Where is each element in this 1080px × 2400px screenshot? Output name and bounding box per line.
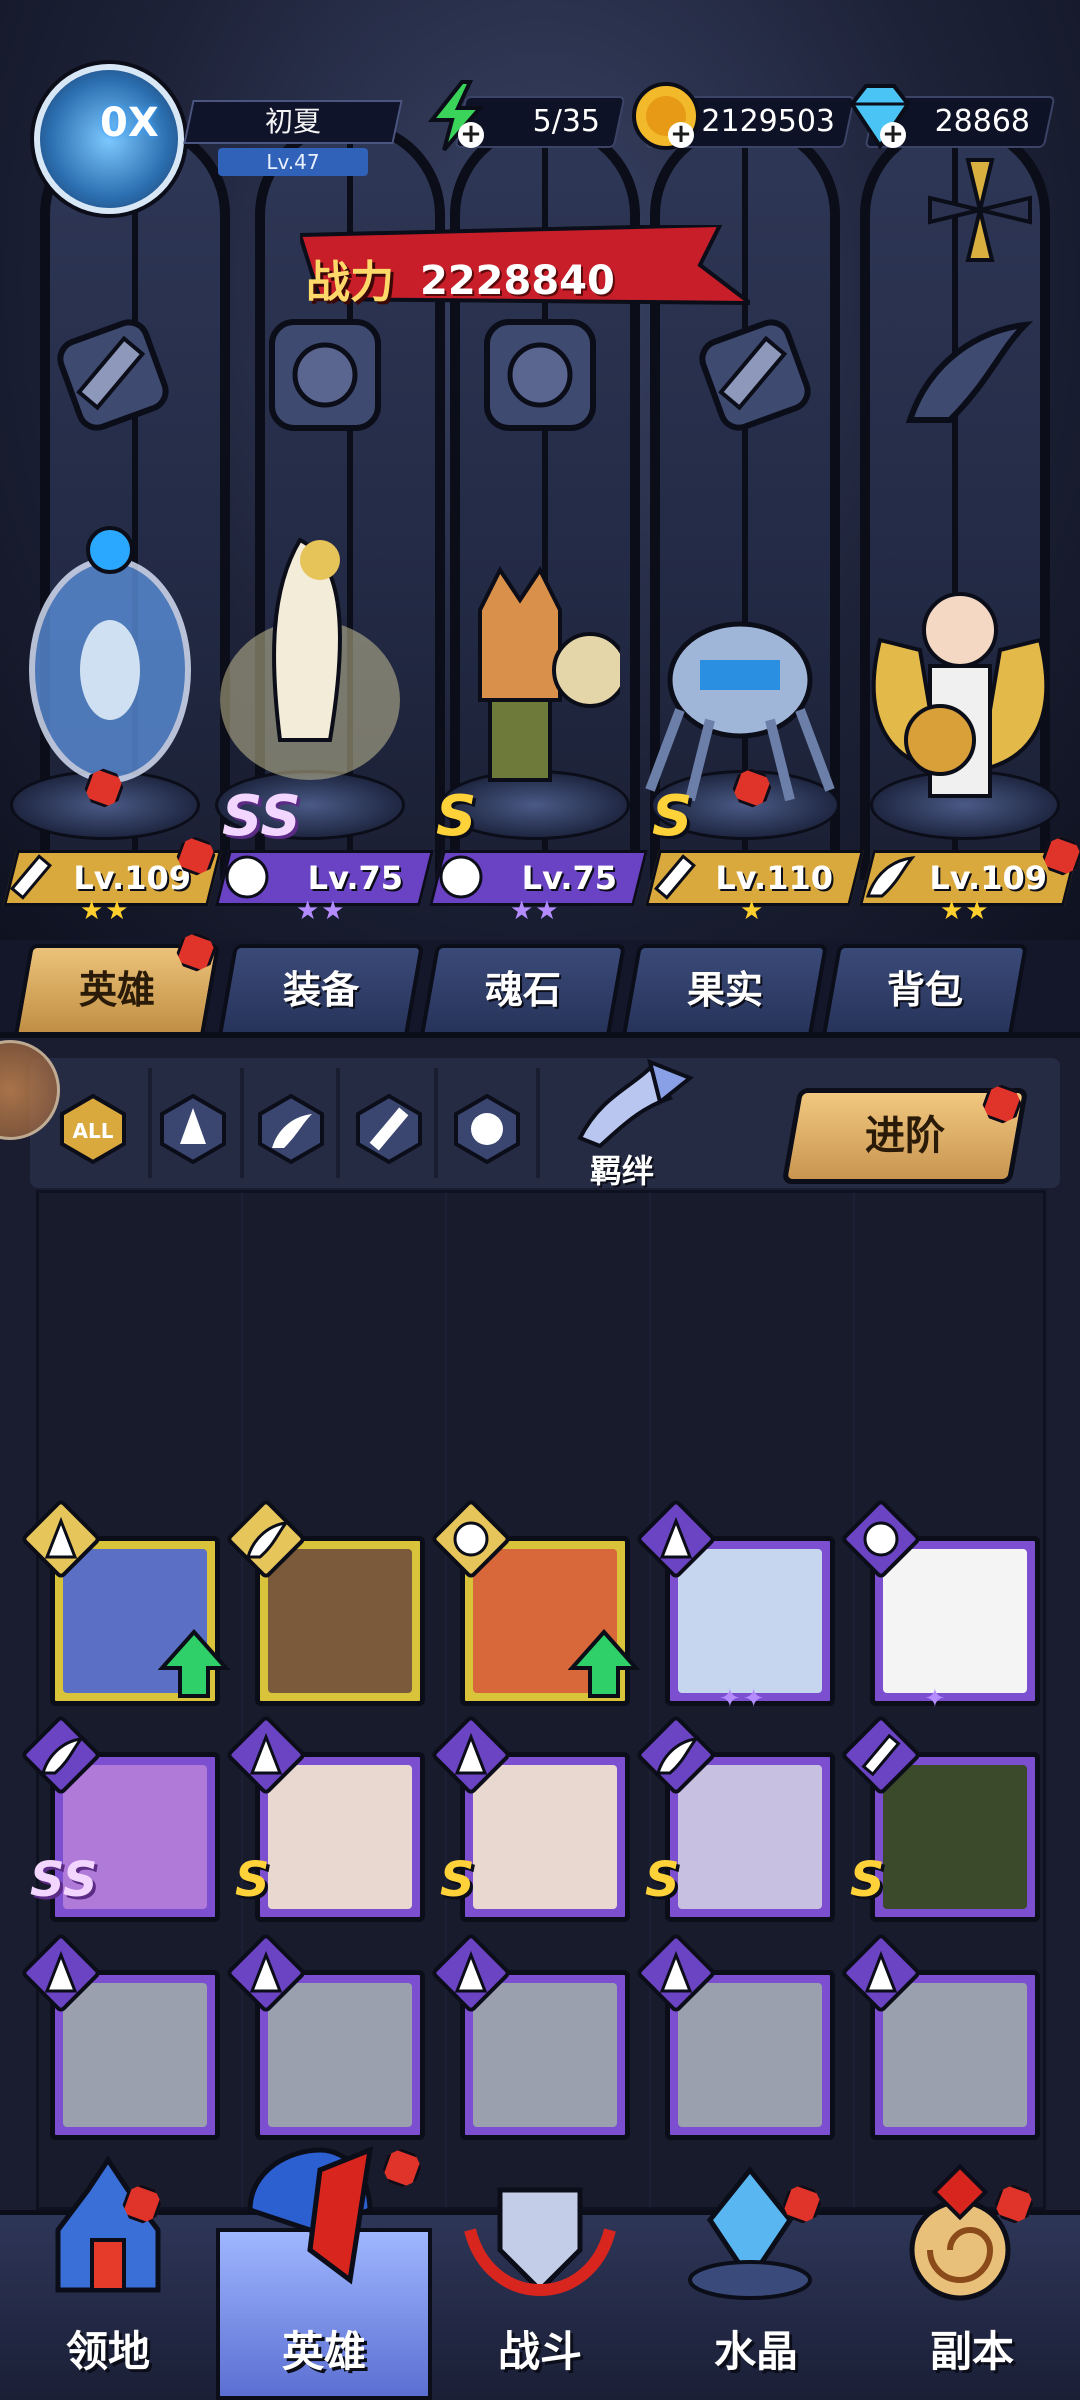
crystal-icon[interactable] [670,2150,830,2310]
hero-portrait [268,1549,412,1693]
diamond-icon [849,84,911,150]
filter-all-button[interactable]: ALL [58,1094,128,1164]
wing-icon [655,1737,700,1775]
stamina-value: 5/35 [532,104,600,139]
divider [148,1068,152,1178]
beast-slot-icon[interactable] [465,300,615,450]
divider [434,1068,438,1178]
wrench-slot-icon[interactable] [680,300,830,450]
player-name: 初夏 [264,105,321,138]
hero-figure-winged-goddess[interactable] [860,560,1060,850]
hero-stars: ✦✦ [719,1684,767,1714]
hero-figure-crane[interactable] [210,500,410,790]
add-diamond-button[interactable]: + [880,121,906,148]
grade-badge: S [235,1852,270,1908]
wing-icon [245,1521,290,1559]
hero-stars: ★★ [296,896,347,926]
mage-icon [659,1950,693,1993]
nav-crystal[interactable]: 水晶 [648,2318,864,2379]
grade-badge: S [645,1852,680,1908]
filter-beast-button[interactable] [452,1094,522,1164]
nav-territory[interactable]: 领地 [0,2318,216,2379]
hero-portrait [268,1983,412,2127]
grade-badge: S [850,1852,885,1908]
hero-portrait [63,1983,207,2127]
dungeon-scroll-icon[interactable] [880,2150,1040,2310]
hero-stars: ★ [740,896,766,926]
beast-icon [863,1521,899,1557]
player-level: Lv.47 [218,148,368,176]
hero-stars: ✦ [924,1684,948,1714]
upgrade-arrow-icon [158,1628,230,1698]
gold-value: 2129503 [701,104,835,139]
grade-badge: S [652,784,693,849]
mage-icon [249,1732,283,1775]
lightning-icon [427,80,485,152]
filter-wing-button[interactable] [256,1094,326,1164]
hero-figure-capsule[interactable] [10,520,210,810]
filter-wrench-button[interactable] [354,1094,424,1164]
mage-icon [44,1950,78,1993]
grade-badge: S [436,784,477,849]
pinwheel-icon[interactable] [920,150,1040,270]
wrench-icon [861,1733,901,1777]
tab-backpack-label: 背包 [886,968,963,1012]
filter-mage-button[interactable] [158,1094,228,1164]
tab-fruit-label: 果实 [686,968,763,1012]
grade-badge: SS [222,784,301,849]
wing-slot-icon[interactable] [890,300,1040,450]
hero-helmet-icon[interactable] [230,2130,390,2290]
hero-portrait [678,1549,822,1693]
hero-portrait [883,1765,1027,1909]
hero-portrait [268,1765,412,1909]
vip-label: 0X [100,100,159,146]
diamond-value: 28868 [934,104,1030,139]
tab-equipment-label: 装备 [282,968,359,1012]
hero-stars: ★★ [80,896,131,926]
tab-soulstone-label: 魂石 [484,968,561,1012]
power-value: 2228840 [420,258,615,304]
divider [336,1068,340,1178]
hero-portrait [678,1765,822,1909]
hero-portrait [883,1983,1027,2127]
upgrade-arrow-icon [568,1628,640,1698]
grade-badge: S [440,1852,475,1908]
hero-portrait [473,1983,617,2127]
mage-icon [659,1516,693,1559]
divider [240,1068,244,1178]
svg-text:ALL: ALL [73,1119,114,1143]
nav-battle[interactable]: 战斗 [432,2318,648,2379]
add-stamina-button[interactable]: + [458,121,484,148]
hero-stars: ★★ [510,896,561,926]
beast-slot-icon[interactable] [250,300,400,450]
mage-icon [454,1732,488,1775]
mage-icon [44,1516,78,1559]
mage-icon [249,1950,283,1993]
nav-dungeon[interactable]: 副本 [864,2318,1080,2379]
hero-portrait [883,1549,1027,1693]
hero-portrait [473,1765,617,1909]
battle-shield-icon[interactable] [460,2150,620,2310]
castle-icon[interactable] [28,2150,188,2310]
wrench-slot-icon[interactable] [38,300,188,450]
grade-badge: SS [30,1852,98,1908]
mage-icon [864,1950,898,1993]
mage-icon [454,1950,488,1993]
hero-portrait [678,1983,822,2127]
divider [536,1068,540,1178]
wing-icon [40,1737,85,1775]
nav-heroes[interactable]: 英雄 [216,2318,432,2379]
hero-stars: ★★ [940,896,991,926]
beast-icon [453,1521,489,1557]
bond-button[interactable]: 羁绊 [590,1146,654,1192]
bond-icon[interactable] [560,1058,700,1148]
